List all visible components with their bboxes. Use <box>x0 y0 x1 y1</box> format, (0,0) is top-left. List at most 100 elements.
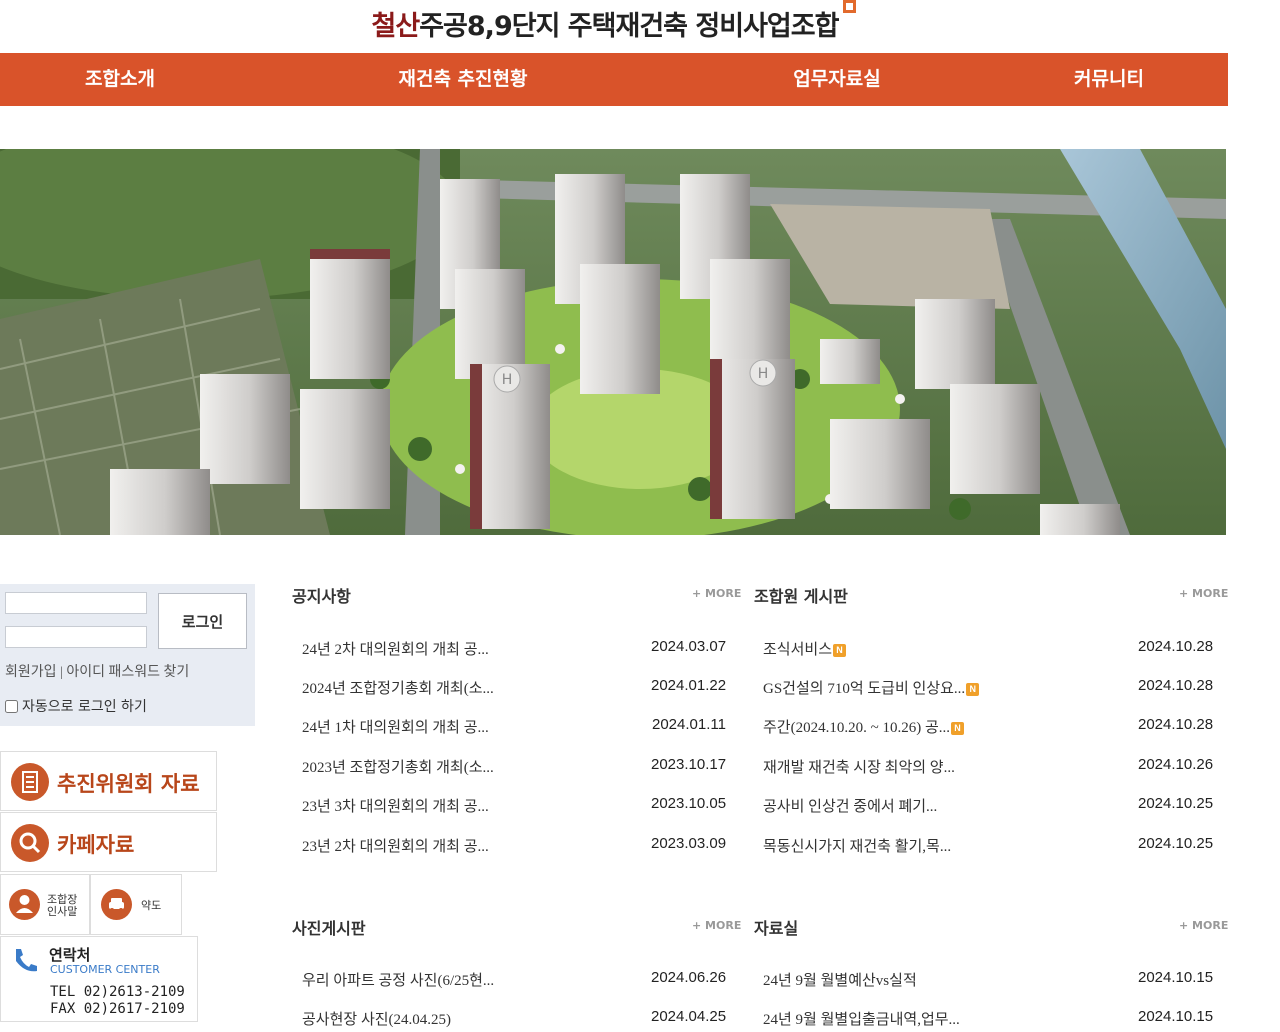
greeting-button[interactable]: 조합장 인사말 <box>0 874 90 935</box>
map-button[interactable]: 약도 <box>90 874 182 935</box>
row-title: 24년 9월 월별입출금내역,업무... <box>763 1012 960 1028</box>
member-row[interactable]: 재개발 재건축 시장 최악의 양... 2024.10.26 <box>763 756 1219 780</box>
row-title: 재개발 재건축 시장 최악의 양... <box>763 760 955 776</box>
row-title: 23년 2차 대의원회의 개최 공... <box>302 839 489 855</box>
nav-item-community[interactable]: 커뮤니티 <box>1050 53 1168 106</box>
site-title-accent: 철산 <box>371 11 421 42</box>
notice-row[interactable]: 23년 2차 대의원회의 개최 공... 2023.03.09 <box>302 835 732 859</box>
row-title: 공사비 인상건 중에서 폐기... <box>763 799 938 815</box>
row-title: GS건설의 710억 도급비 인상요... N <box>763 677 980 698</box>
site-title: 철산주공8,9단지 주택재건축 정비사업조합 <box>0 0 1228 52</box>
row-title: 24년 1차 대의원회의 개최 공... <box>302 720 489 736</box>
password-input[interactable] <box>5 626 147 648</box>
notice-board-title: 공지사항 <box>292 587 351 606</box>
row-date: 2024.01.22 <box>651 677 727 694</box>
data-more-link[interactable]: + MORE <box>1179 919 1228 932</box>
phone-icon <box>9 945 41 981</box>
nav-item-progress[interactable]: 재건축 추진현황 <box>380 53 546 106</box>
nav-item-documents[interactable]: 업무자료실 <box>770 53 904 106</box>
title-square-icon <box>843 0 857 13</box>
member-board-title: 조합원 게시판 <box>754 587 848 606</box>
contact-box: 연락처 CUSTOMER CENTER TEL 02)2613-2109 FAX… <box>0 936 198 1022</box>
row-date: 2024.10.15 <box>1138 1008 1214 1025</box>
member-row[interactable]: 조식서비스 N 2024.10.28 <box>763 638 1219 662</box>
cafe-docs-button[interactable]: 카페자료 <box>0 812 217 872</box>
car-icon <box>101 889 132 920</box>
notice-more-link[interactable]: + MORE <box>692 587 741 600</box>
row-date: 2024.10.25 <box>1138 795 1214 812</box>
contact-tel: TEL 02)2613-2109 <box>50 984 185 1000</box>
row-title-text: GS건설의 710억 도급비 인상요... <box>763 681 966 697</box>
row-title-text: 조식서비스 <box>763 642 833 658</box>
login-box: 로그인 회원가입 | 아이디 패스워드 찾기 자동으로 로그인 하기 <box>0 584 255 726</box>
notice-row[interactable]: 2024년 조합정기총회 개최(소... 2024.01.22 <box>302 677 732 701</box>
row-date: 2024.10.25 <box>1138 835 1214 852</box>
new-badge-icon: N <box>966 683 980 696</box>
row-date: 2023.10.05 <box>651 795 727 812</box>
photo-row[interactable]: 공사현장 사진(24.04.25) 2024.04.25 <box>302 1008 732 1032</box>
member-more-link[interactable]: + MORE <box>1179 587 1228 600</box>
row-date: 2024.03.07 <box>651 638 727 655</box>
row-date: 2024.10.28 <box>1138 716 1214 733</box>
photo-board-title: 사진게시판 <box>292 919 366 938</box>
member-row[interactable]: 목동신시가지 재건축 활기,목... 2024.10.25 <box>763 835 1219 859</box>
row-date: 2023.10.17 <box>651 756 727 773</box>
main-nav: 조합소개 재건축 추진현황 업무자료실 커뮤니티 <box>0 53 1228 106</box>
row-date: 2023.03.09 <box>651 835 727 852</box>
data-board-title: 자료실 <box>754 919 799 938</box>
username-input[interactable] <box>5 592 147 614</box>
contact-subtitle: CUSTOMER CENTER <box>50 963 160 976</box>
magnifier-icon <box>11 824 49 862</box>
new-badge-icon: N <box>951 722 965 735</box>
find-account-link[interactable]: 아이디 패스워드 찾기 <box>66 665 189 680</box>
row-date: 2024.10.26 <box>1138 756 1214 773</box>
member-row[interactable]: GS건설의 710억 도급비 인상요... N 2024.10.28 <box>763 677 1219 701</box>
auto-login: 자동으로 로그인 하기 <box>5 696 147 716</box>
link-separator: | <box>60 665 63 680</box>
committee-docs-button[interactable]: 추진위원회 자료 <box>0 751 217 811</box>
greeting-label-line2: 인사말 <box>47 905 78 918</box>
row-date: 2024.04.25 <box>651 1008 727 1025</box>
row-title: 목동신시가지 재건축 활기,목... <box>763 839 952 855</box>
notice-row[interactable]: 24년 1차 대의원회의 개최 공... 2024.01.11 <box>302 716 732 740</box>
row-date: 2024.06.26 <box>651 969 727 986</box>
row-title: 공사현장 사진(24.04.25) <box>302 1012 452 1028</box>
notice-row[interactable]: 2023년 조합정기총회 개최(소... 2023.10.17 <box>302 756 732 780</box>
row-date: 2024.01.11 <box>652 716 726 733</box>
row-title: 조식서비스 N <box>763 638 847 659</box>
data-row[interactable]: 24년 9월 월별예산vs실적 2024.10.15 <box>763 969 1219 993</box>
row-date: 2024.10.15 <box>1138 969 1214 986</box>
row-date: 2024.10.28 <box>1138 677 1214 694</box>
row-title-text: 주간(2024.10.20. ~ 10.26) 공... <box>763 720 951 736</box>
member-row[interactable]: 공사비 인상건 중에서 폐기... 2024.10.25 <box>763 795 1219 819</box>
person-icon <box>9 889 40 920</box>
row-title: 우리 아파트 공정 사진(6/25현... <box>302 973 495 989</box>
login-button[interactable]: 로그인 <box>158 593 247 649</box>
member-row[interactable]: 주간(2024.10.20. ~ 10.26) 공... N 2024.10.28 <box>763 716 1219 740</box>
greeting-label: 조합장 인사말 <box>47 894 77 918</box>
row-title: 주간(2024.10.20. ~ 10.26) 공... N <box>763 716 965 737</box>
notice-row[interactable]: 23년 3차 대의원회의 개최 공... 2023.10.05 <box>302 795 732 819</box>
login-links: 회원가입 | 아이디 패스워드 찾기 <box>5 661 189 681</box>
nav-item-about[interactable]: 조합소개 <box>60 53 180 106</box>
hero-apartment-image: H H <box>0 149 1226 535</box>
data-row[interactable]: 24년 9월 월별입출금내역,업무... 2024.10.15 <box>763 1008 1219 1032</box>
signup-link[interactable]: 회원가입 <box>5 665 57 680</box>
photo-row[interactable]: 우리 아파트 공정 사진(6/25현... 2024.06.26 <box>302 969 732 993</box>
contact-fax: FAX 02)2617-2109 <box>50 1001 185 1017</box>
new-badge-icon: N <box>833 644 847 657</box>
row-date: 2024.10.28 <box>1138 638 1214 655</box>
document-icon <box>11 763 49 801</box>
row-title: 23년 3차 대의원회의 개최 공... <box>302 799 489 815</box>
contact-title: 연락처 <box>49 946 91 964</box>
row-title: 24년 2차 대의원회의 개최 공... <box>302 642 489 658</box>
row-title: 2024년 조합정기총회 개최(소... <box>302 681 494 697</box>
row-title: 2023년 조합정기총회 개최(소... <box>302 760 494 776</box>
svg-text:H: H <box>502 372 513 388</box>
auto-login-checkbox[interactable] <box>5 700 18 713</box>
site-title-text: 주공8,9단지 주택재건축 정비사업조합 <box>419 11 839 42</box>
notice-row[interactable]: 24년 2차 대의원회의 개최 공... 2024.03.07 <box>302 638 732 662</box>
svg-text:H: H <box>758 366 769 382</box>
row-title: 24년 9월 월별예산vs실적 <box>763 973 917 989</box>
photo-more-link[interactable]: + MORE <box>692 919 741 932</box>
